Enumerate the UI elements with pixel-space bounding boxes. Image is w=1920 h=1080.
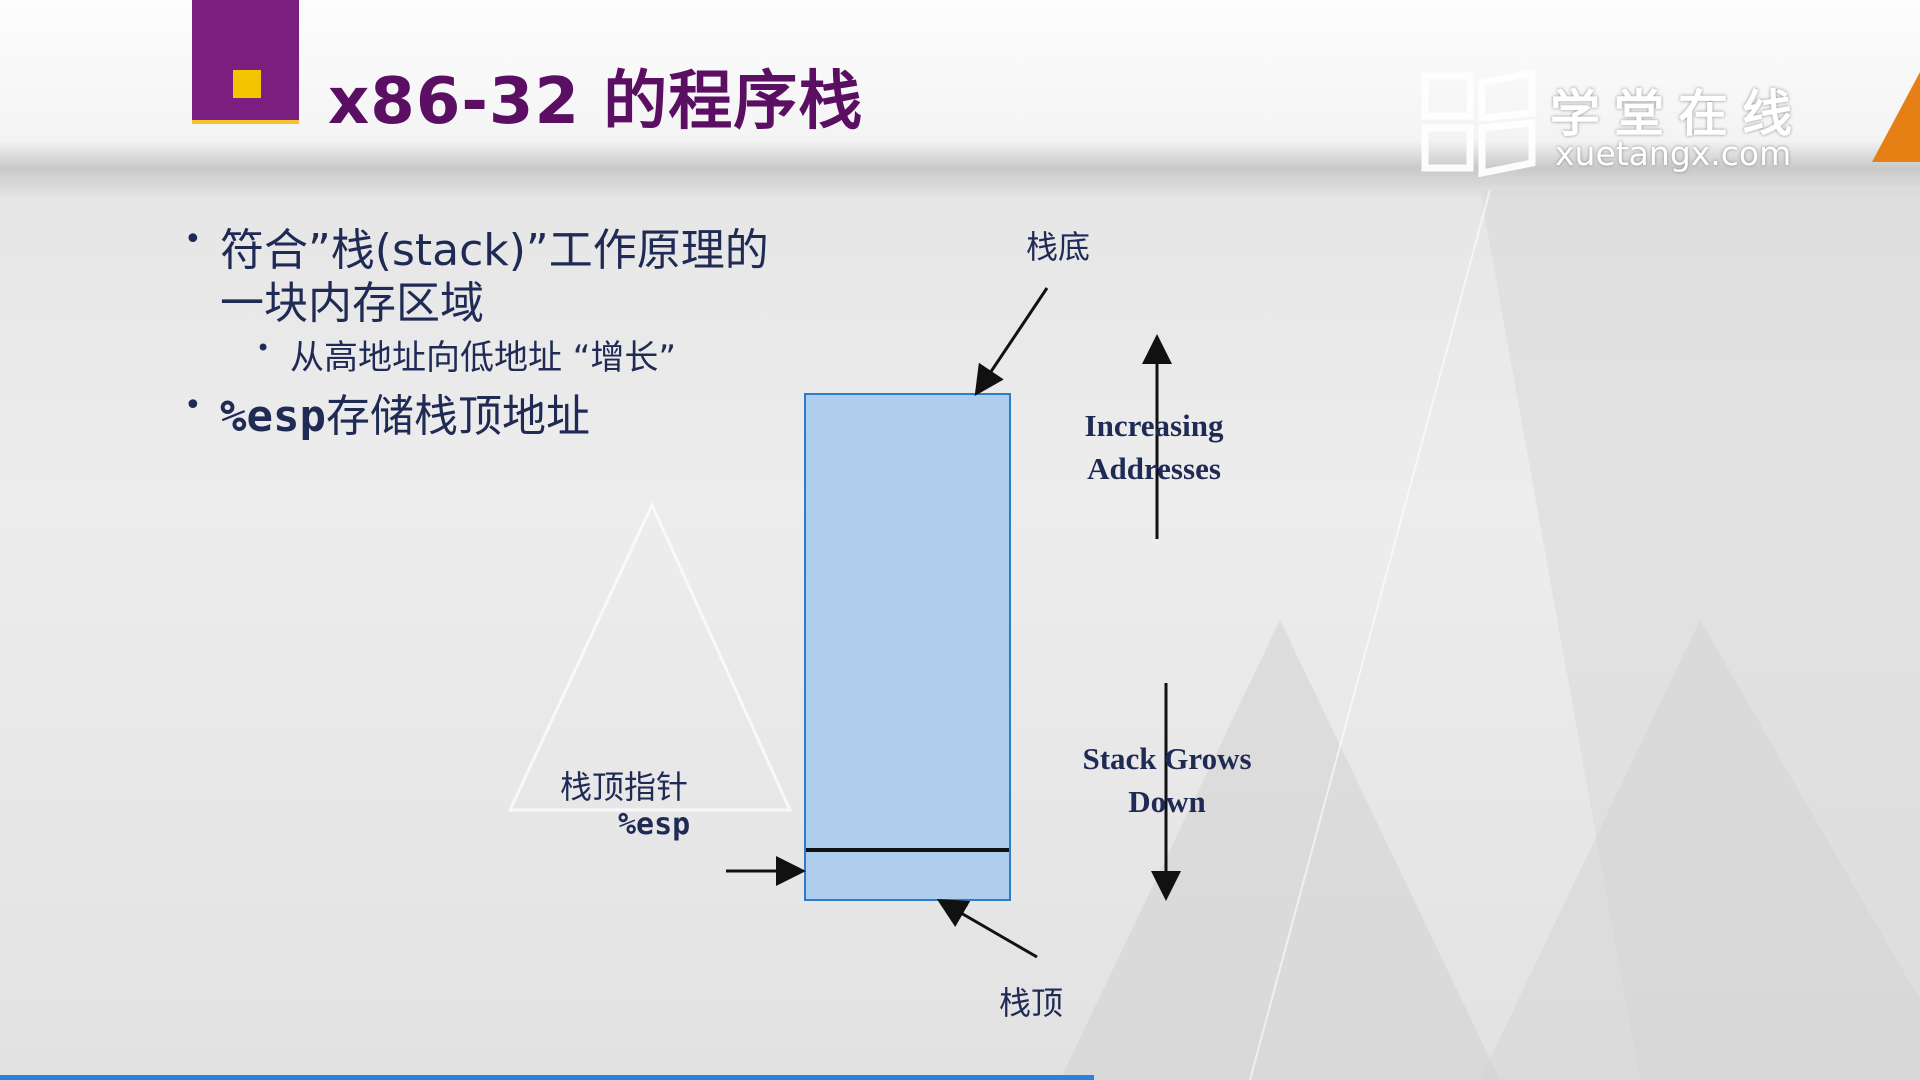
stack-top-label: 栈顶 (999, 984, 1064, 1022)
esp-register-label: %esp (618, 807, 691, 842)
stack-top-arrow (936, 898, 1038, 959)
diagram-arrows (726, 287, 1181, 959)
stack-bottom-label: 栈底 (1026, 228, 1091, 266)
label-line: Stack Grows (1082, 741, 1252, 776)
stack-pointer-label: 栈顶指针 (560, 768, 689, 806)
label-line: Down (1128, 784, 1206, 819)
increasing-addresses-label: Increasing Addresses (1064, 404, 1244, 490)
stack-bottom-arrow (974, 287, 1049, 396)
label-line: Addresses (1087, 451, 1221, 486)
stack-grows-down-label: Stack Grows Down (1067, 737, 1267, 823)
label-line: Increasing (1084, 408, 1224, 443)
video-progress-bar[interactable] (0, 1075, 1095, 1080)
